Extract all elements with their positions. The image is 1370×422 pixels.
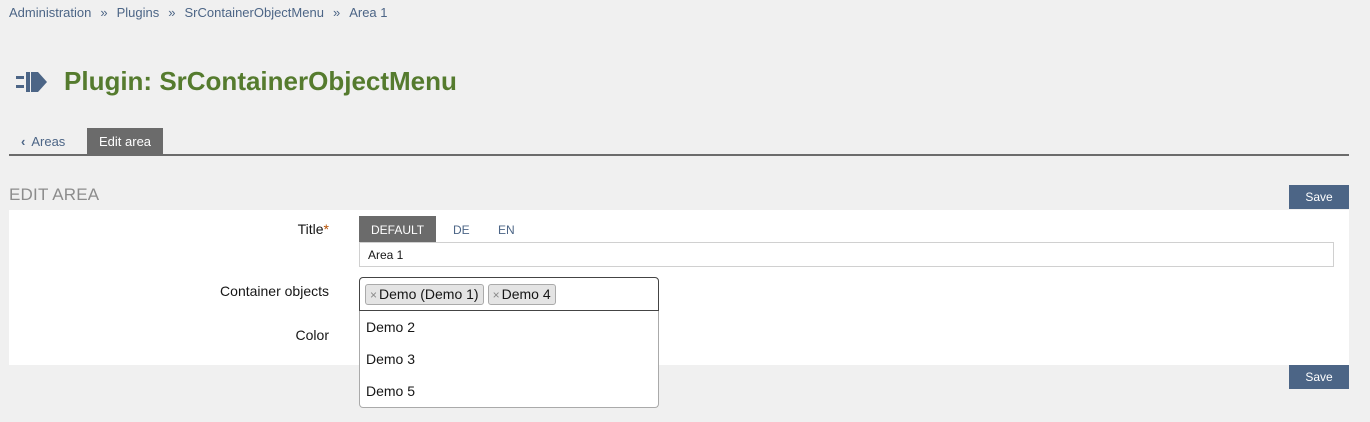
title-input[interactable]	[359, 242, 1334, 267]
dropdown-option[interactable]: Demo 2	[360, 311, 658, 343]
plugin-plug-icon	[16, 72, 47, 92]
chip-label: Demo (Demo 1)	[379, 286, 479, 302]
selected-chip: × Demo 4	[487, 284, 556, 305]
breadcrumb-item-area[interactable]: Area 1	[349, 5, 387, 20]
tab-back-areas[interactable]: ‹ Areas	[9, 128, 77, 154]
chip-label: Demo 4	[501, 286, 551, 302]
language-tab-en[interactable]: EN	[486, 216, 527, 242]
title-label: Title*	[9, 221, 329, 237]
breadcrumb-item-administration[interactable]: Administration	[9, 5, 91, 20]
section-title: EDIT AREA	[9, 185, 100, 204]
breadcrumb: Administration » Plugins » SrContainerObject…	[9, 5, 388, 20]
title-label-text: Title	[297, 221, 324, 237]
container-objects-label: Container objects	[220, 283, 329, 299]
selected-chip: × Demo (Demo 1)	[365, 284, 484, 305]
dropdown-option[interactable]: Demo 3	[360, 343, 658, 375]
required-marker: *	[323, 221, 329, 237]
language-tab-default[interactable]: DEFAULT	[359, 216, 437, 242]
breadcrumb-item-plugins[interactable]: Plugins	[117, 5, 160, 20]
tab-back-label: Areas	[31, 134, 66, 149]
chevron-left-icon: ‹	[21, 134, 26, 149]
page: Administration » Plugins » SrContainerObject…	[0, 0, 1370, 422]
save-button-top[interactable]: Save	[1289, 185, 1349, 209]
breadcrumb-separator: »	[100, 5, 108, 20]
breadcrumb-separator: »	[332, 5, 341, 20]
language-tab-de[interactable]: DE	[441, 216, 482, 242]
save-button-bottom[interactable]: Save	[1289, 365, 1349, 389]
breadcrumb-item-plugin[interactable]: SrContainerObjectMenu	[184, 5, 323, 20]
dropdown-option[interactable]: Demo 5	[360, 375, 658, 407]
tab-bar: ‹ Areas Edit area	[9, 128, 1349, 156]
breadcrumb-separator: »	[168, 5, 176, 20]
remove-chip-icon[interactable]: ×	[493, 288, 500, 302]
container-objects-multiselect[interactable]: × Demo (Demo 1) × Demo 4	[359, 277, 659, 311]
remove-chip-icon[interactable]: ×	[370, 288, 377, 302]
tab-edit-area[interactable]: Edit area	[87, 128, 164, 154]
container-objects-dropdown: Demo 2 Demo 3 Demo 5	[359, 311, 659, 408]
color-label: Color	[295, 327, 329, 343]
page-title: Plugin: SrContainerObjectMenu	[64, 66, 457, 96]
